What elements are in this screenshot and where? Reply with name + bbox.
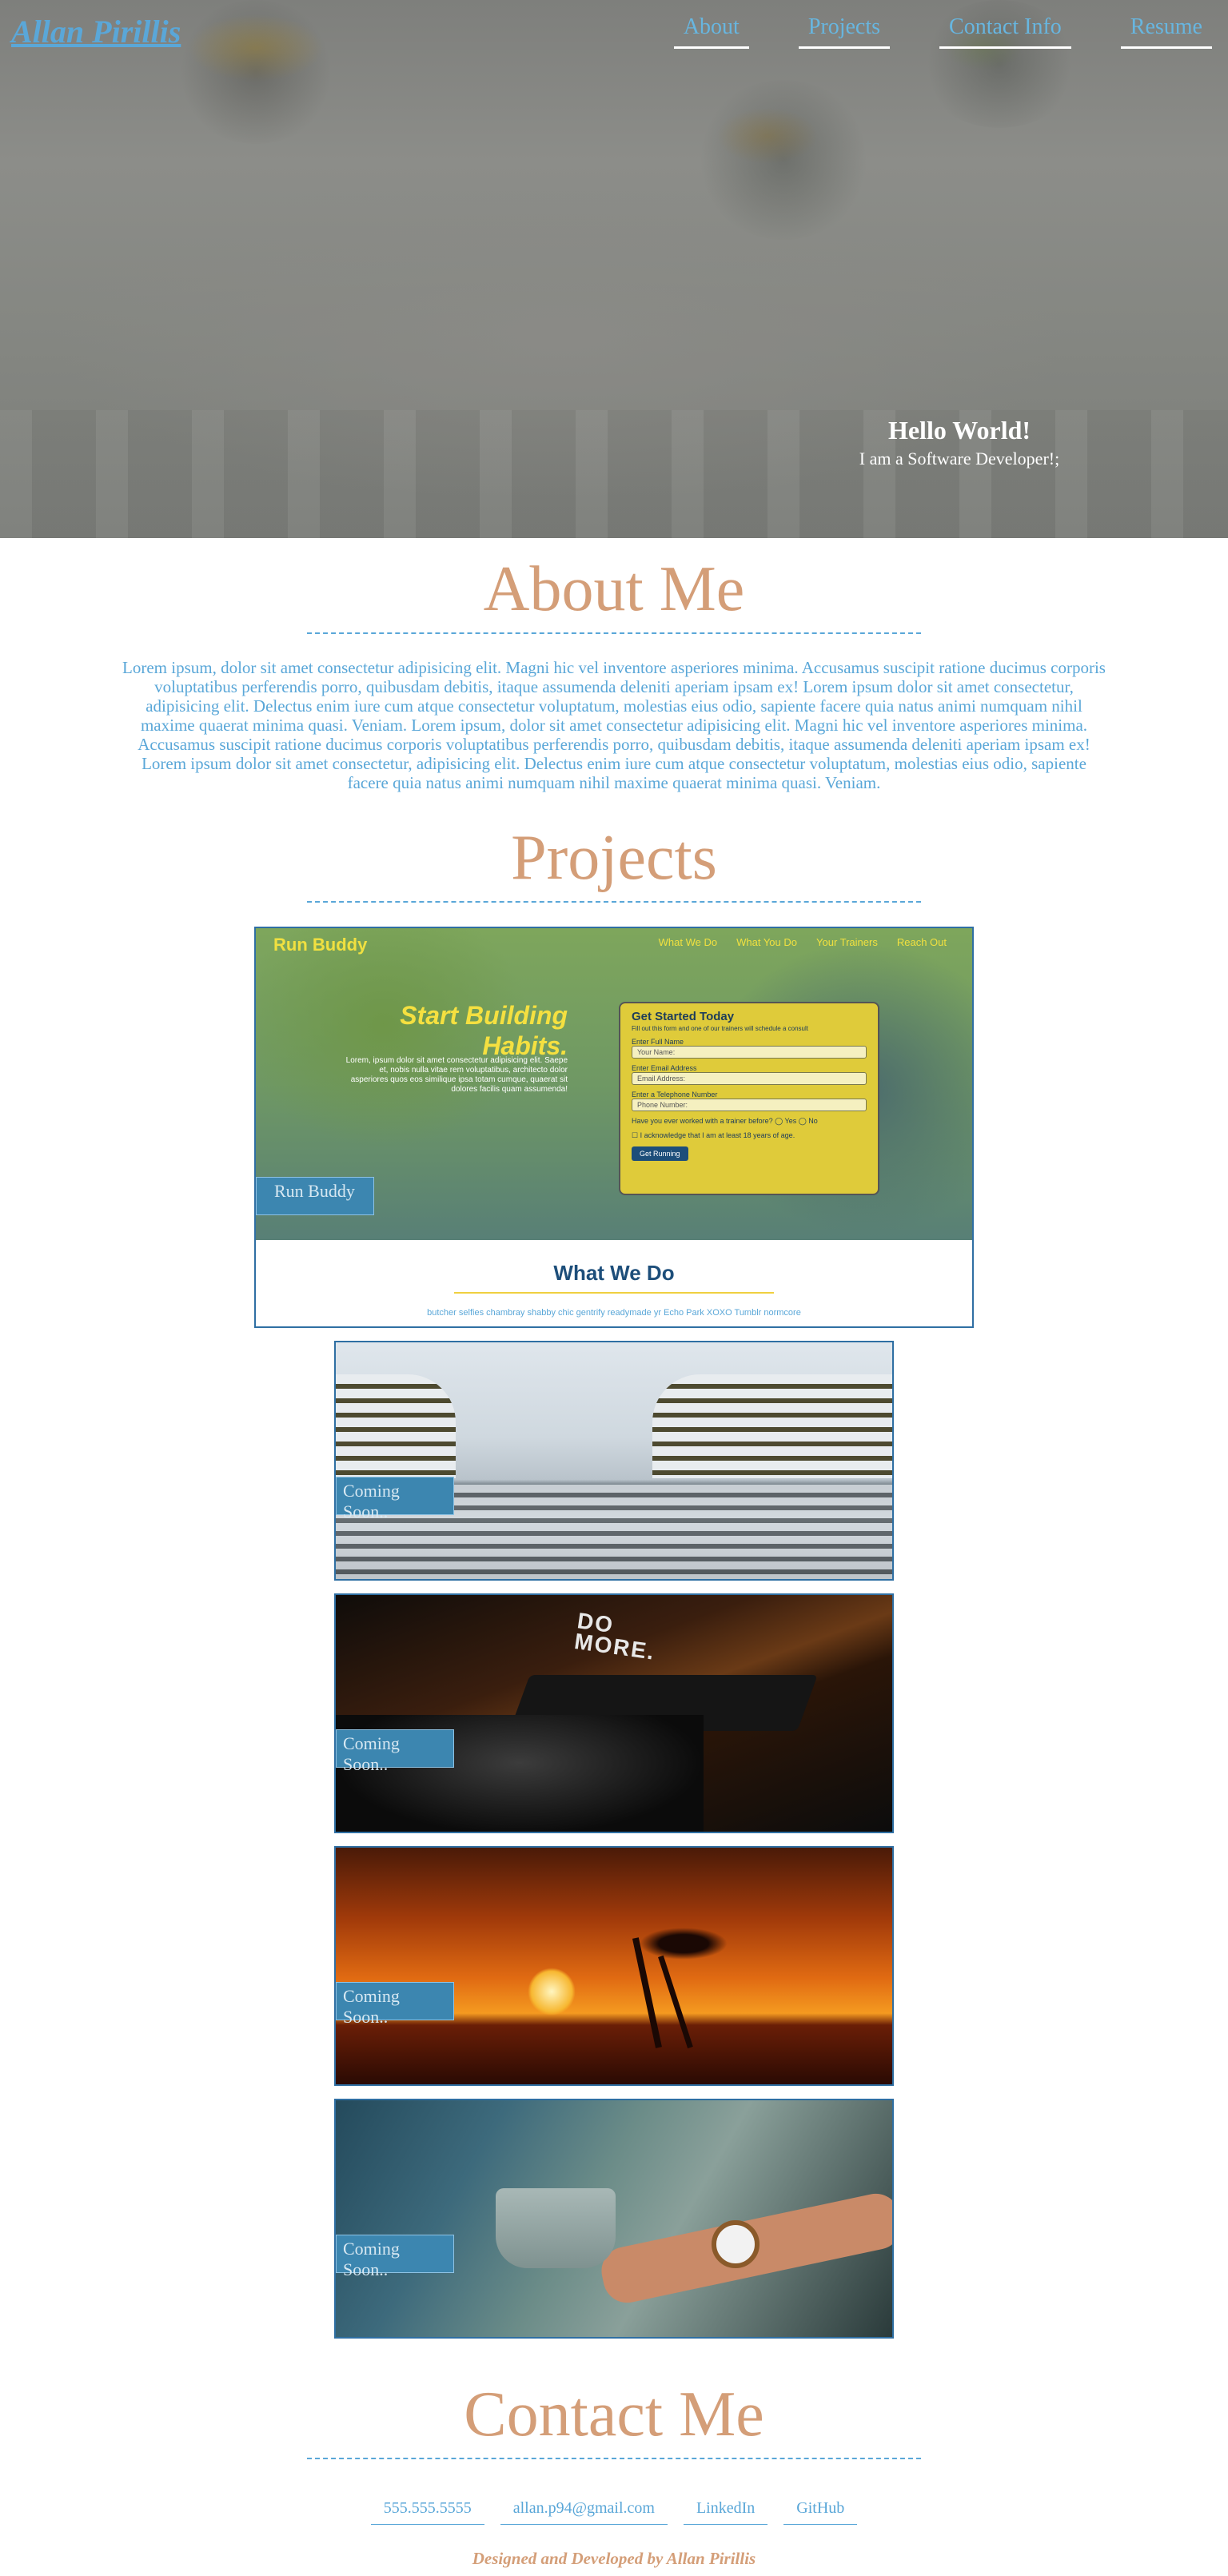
run-buddy-preview-no: No xyxy=(808,1117,818,1125)
run-buddy-preview-yes: Yes xyxy=(784,1117,797,1125)
project-card-coming-soon[interactable]: Coming Soon.. xyxy=(334,1846,894,2086)
hero-background-light xyxy=(176,0,336,144)
nav-about[interactable]: About xyxy=(673,14,749,49)
image-palm-tree xyxy=(658,1955,693,2049)
brand-logo[interactable]: Allan Pirillis xyxy=(11,13,181,50)
run-buddy-preview-headline-line: Start Building xyxy=(400,1001,568,1030)
project-label: Coming Soon.. xyxy=(336,1477,454,1521)
contact-email-link[interactable]: allan.p94@gmail.com xyxy=(500,2499,668,2525)
run-buddy-preview-section-divider xyxy=(454,1292,774,1294)
projects-section: Projects Run Buddy What We Do What You D… xyxy=(0,792,1228,2339)
about-body: Lorem ipsum, dolor sit amet consectetur … xyxy=(122,658,1106,792)
image-building xyxy=(336,1374,456,1478)
project-list: Run Buddy What We Do What You Do Your Tr… xyxy=(0,927,1228,2339)
project-label: Run Buddy xyxy=(256,1177,374,1215)
contact-section: Contact Me 555.555.5555 allan.p94@gmail.… xyxy=(0,2339,1228,2575)
run-buddy-preview-field-label: Enter Full Name xyxy=(632,1038,684,1046)
run-buddy-preview-nav-item: What You Do xyxy=(736,936,797,948)
image-sun xyxy=(528,1968,576,2016)
run-buddy-preview-form-intro: Fill out this form and one of our traine… xyxy=(632,1025,808,1032)
hero-banner: Allan Pirillis About Projects Contact In… xyxy=(0,0,1228,538)
run-buddy-preview-subtext: Lorem, ipsum dolor sit amet consectetur … xyxy=(345,1056,568,1094)
run-buddy-preview-form: Get Started Today Fill out this form and… xyxy=(619,1002,879,1195)
run-buddy-preview-nav-item: Reach Out xyxy=(896,936,947,948)
hero-intro: Hello World! I am a Software Developer!; xyxy=(799,416,1119,469)
about-section: About Me Lorem ipsum, dolor sit amet con… xyxy=(0,538,1228,792)
run-buddy-preview-input: Email Address: xyxy=(632,1072,867,1085)
project-card-run-buddy[interactable]: Run Buddy What We Do What You Do Your Tr… xyxy=(254,927,974,1328)
run-buddy-preview-nav-item: Your Trainers xyxy=(816,936,878,948)
run-buddy-preview-question-text: Have you ever worked with a trainer befo… xyxy=(632,1117,773,1125)
run-buddy-preview-field-label: Enter Email Address xyxy=(632,1064,697,1072)
nav-projects[interactable]: Projects xyxy=(798,14,891,49)
hero-greeting: Hello World! xyxy=(887,416,1031,445)
run-buddy-preview-section-text: butcher selfies chambray shabby chic gen… xyxy=(427,1308,801,1318)
image-building xyxy=(652,1374,892,1478)
run-buddy-preview-submit: Get Running xyxy=(632,1146,688,1161)
run-buddy-preview-section: What We Do butcher selfies chambray shab… xyxy=(256,1240,972,1326)
run-buddy-preview-logo: Run Buddy xyxy=(273,935,368,955)
project-card-coming-soon[interactable]: Coming Soon.. xyxy=(334,1341,894,1581)
footer-credit: Designed and Developed by Allan Pirillis xyxy=(472,2549,756,2568)
contact-links: 555.555.5555 allan.p94@gmail.com LinkedI… xyxy=(0,2499,1228,2525)
contact-github-link[interactable]: GitHub xyxy=(783,2499,858,2525)
image-palm-fronds xyxy=(640,1928,728,1960)
run-buddy-preview-headline: Start Building Habits. xyxy=(376,1000,568,1061)
about-title: About Me xyxy=(483,554,745,624)
run-buddy-preview-nav: What We Do What You Do Your Trainers Rea… xyxy=(659,936,947,948)
run-buddy-preview-agree: ☐ I acknowledge that I am at least 18 ye… xyxy=(632,1131,795,1139)
image-coffee-cup xyxy=(496,2188,616,2268)
nav-contact-info[interactable]: Contact Info xyxy=(939,14,1071,49)
run-buddy-preview-agree-text: I acknowledge that I am at least 18 year… xyxy=(640,1131,795,1139)
projects-title: Projects xyxy=(511,823,717,893)
contact-title: Contact Me xyxy=(464,2379,764,2450)
run-buddy-preview-question: Have you ever worked with a trainer befo… xyxy=(632,1117,818,1125)
about-divider xyxy=(307,632,921,634)
image-watch xyxy=(712,2220,760,2268)
run-buddy-preview-input: Your Name: xyxy=(632,1046,867,1059)
projects-divider xyxy=(307,901,921,903)
image-do-more-sign: DO MORE. xyxy=(572,1608,657,1665)
contact-phone-link[interactable]: 555.555.5555 xyxy=(370,2499,484,2525)
run-buddy-preview-nav-item: What We Do xyxy=(658,936,718,948)
run-buddy-preview-field-label: Enter a Telephone Number xyxy=(632,1091,718,1099)
run-buddy-preview-form-title: Get Started Today xyxy=(632,1010,735,1023)
main-nav: About Projects Contact Info Resume xyxy=(673,14,1212,49)
project-label: Coming Soon.. xyxy=(336,2235,454,2279)
hero-tagline: I am a Software Developer!; xyxy=(859,449,1060,469)
run-buddy-preview-input: Phone Number: xyxy=(632,1099,867,1111)
project-label: Coming Soon.. xyxy=(336,1982,454,2027)
contact-divider xyxy=(307,2458,921,2459)
nav-resume[interactable]: Resume xyxy=(1120,14,1212,49)
project-label: Coming Soon.. xyxy=(336,1729,454,1774)
hero-background-light xyxy=(696,80,871,240)
contact-linkedin-link[interactable]: LinkedIn xyxy=(683,2499,768,2525)
project-card-coming-soon[interactable]: Coming Soon.. xyxy=(334,2099,894,2339)
run-buddy-preview-section-title: What We Do xyxy=(553,1261,675,1285)
project-card-coming-soon[interactable]: DO MORE. Coming Soon.. xyxy=(334,1593,894,1833)
